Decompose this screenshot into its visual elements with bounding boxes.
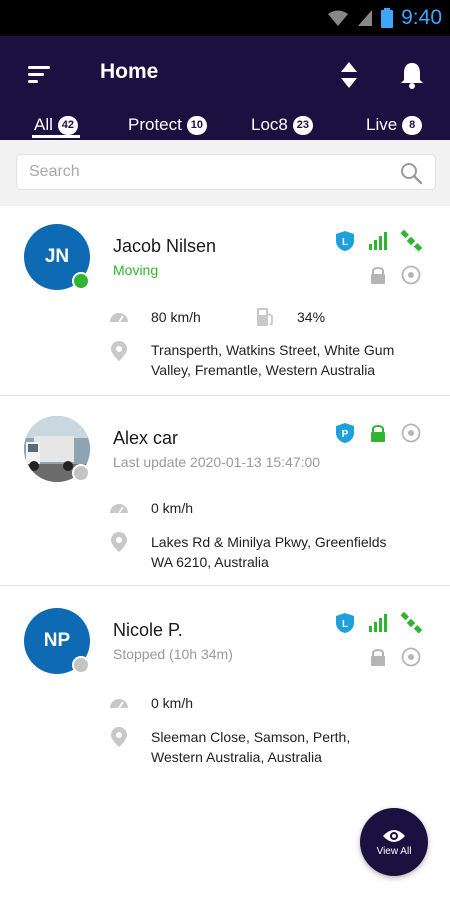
unit-address: Lakes Rd & Minilya Pkwy, Greenfields WA … bbox=[151, 532, 441, 572]
unit-status: Stopped (10h 34m) bbox=[113, 646, 233, 662]
tab-label: Loc8 bbox=[251, 115, 288, 134]
loc8-shield-icon: L bbox=[336, 231, 354, 251]
signal-icon bbox=[369, 614, 387, 632]
unit-card[interactable]: JN Jacob Nilsen Moving L 80 km/h 34% Tra… bbox=[0, 206, 450, 396]
lock-icon[interactable] bbox=[367, 646, 389, 668]
address-line: WA 6210, Australia bbox=[151, 554, 269, 570]
loc8-shield-icon: L bbox=[336, 613, 354, 633]
tab-label: Protect bbox=[128, 115, 182, 134]
gps-satellite-icon bbox=[400, 612, 422, 634]
unit-address: Transperth, Watkins Street, White Gum Va… bbox=[151, 340, 441, 380]
speedometer-icon bbox=[110, 699, 128, 709]
sort-icon[interactable] bbox=[336, 60, 362, 90]
filter-tabs: All 42 Protect 10 Loc8 23 Live 8 bbox=[0, 108, 450, 140]
location-pin-icon bbox=[111, 341, 127, 361]
page-title: Home bbox=[100, 60, 159, 83]
unit-name: Jacob Nilsen bbox=[113, 236, 217, 256]
unit-name: Alex car bbox=[113, 428, 179, 448]
eye-icon bbox=[383, 829, 405, 842]
unit-speed: 0 km/h bbox=[151, 500, 194, 516]
battery-icon bbox=[381, 8, 394, 28]
address-line: Valley, Fremantle, Western Australia bbox=[151, 362, 376, 378]
address-line: Sleeman Close, Samson, Perth, bbox=[151, 729, 351, 745]
status-dot-moving bbox=[72, 272, 90, 290]
unit-speed: 0 km/h bbox=[151, 695, 194, 711]
unit-card[interactable]: Alex car Last update 2020-01-13 15:47:00… bbox=[0, 396, 450, 586]
signal-icon bbox=[369, 232, 387, 250]
search-box bbox=[16, 154, 436, 190]
tab-count-badge: 8 bbox=[402, 115, 423, 135]
speedometer-icon bbox=[110, 504, 128, 514]
location-pin-icon bbox=[111, 727, 127, 747]
address-line: Lakes Rd & Minilya Pkwy, Greenfields bbox=[151, 534, 387, 550]
target-icon[interactable] bbox=[400, 264, 422, 286]
unit-speed: 80 km/h bbox=[151, 309, 201, 325]
target-icon[interactable] bbox=[400, 646, 422, 668]
tab-all[interactable]: All 42 bbox=[32, 110, 80, 140]
tab-label: All bbox=[34, 115, 53, 134]
search-input[interactable] bbox=[29, 159, 389, 185]
status-bar: 9:40 bbox=[0, 0, 450, 36]
tab-count-badge: 10 bbox=[186, 115, 207, 135]
location-pin-icon bbox=[111, 532, 127, 552]
menu-icon[interactable] bbox=[26, 62, 54, 88]
gps-satellite-icon bbox=[400, 230, 422, 252]
unit-card[interactable]: NP Nicole P. Stopped (10h 34m) L 0 km/h … bbox=[0, 586, 450, 786]
signal-bars-icon bbox=[358, 10, 373, 26]
tab-label: Live bbox=[366, 115, 398, 134]
protect-shield-icon: P bbox=[336, 423, 354, 443]
svg-text:L: L bbox=[342, 237, 348, 248]
unit-fuel: 34% bbox=[297, 309, 326, 325]
tab-protect[interactable]: Protect 10 bbox=[128, 110, 207, 140]
tab-live[interactable]: Live 8 bbox=[366, 110, 423, 140]
view-all-button[interactable]: View All bbox=[360, 808, 428, 876]
unit-status: Moving bbox=[113, 262, 159, 278]
unit-status: Last update 2020-01-13 15:47:00 bbox=[113, 454, 321, 470]
status-dot-offline bbox=[72, 464, 90, 482]
unit-address: Sleeman Close, Samson, Perth, Western Au… bbox=[151, 727, 441, 767]
wifi-icon bbox=[328, 10, 349, 26]
fuel-icon bbox=[257, 308, 273, 326]
tab-count-badge: 23 bbox=[292, 115, 313, 135]
target-icon[interactable] bbox=[400, 422, 422, 444]
search-area bbox=[0, 140, 450, 206]
search-icon[interactable] bbox=[399, 161, 423, 185]
address-line: Western Australia, Australia bbox=[151, 749, 322, 765]
lock-icon[interactable] bbox=[367, 264, 389, 286]
speedometer-icon bbox=[110, 313, 128, 323]
lock-icon[interactable] bbox=[367, 422, 389, 444]
unit-name: Nicole P. bbox=[113, 620, 183, 640]
status-time: 9:40 bbox=[401, 6, 442, 29]
tab-loc8[interactable]: Loc8 23 bbox=[251, 110, 313, 140]
svg-text:L: L bbox=[342, 619, 348, 630]
status-dot-stopped bbox=[72, 656, 90, 674]
view-all-label: View All bbox=[376, 845, 412, 857]
tab-count-badge: 42 bbox=[57, 115, 78, 135]
bell-icon[interactable] bbox=[398, 60, 426, 90]
address-line: Transperth, Watkins Street, White Gum bbox=[151, 342, 395, 358]
app-header: Home All 42 Protect 10 Loc8 23 Live 8 bbox=[0, 36, 450, 140]
svg-text:P: P bbox=[342, 429, 349, 440]
